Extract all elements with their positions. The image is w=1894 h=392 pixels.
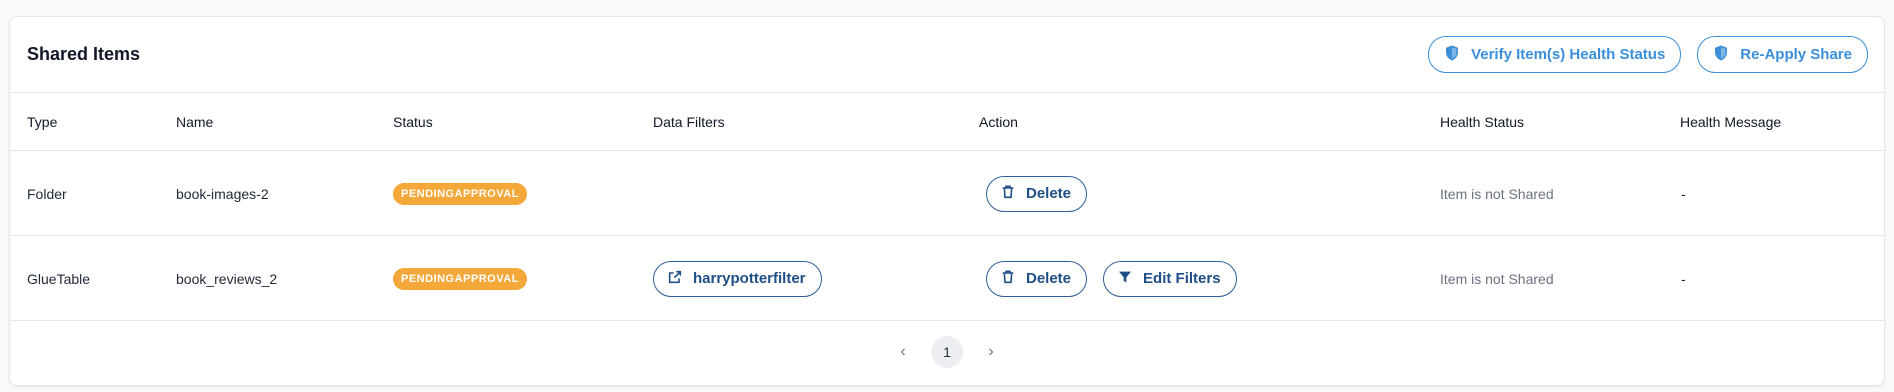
card-header: Shared Items Verify Item(s) Health Statu… xyxy=(10,17,1884,93)
reapply-share-button[interactable]: Re-Apply Share xyxy=(1697,36,1868,73)
verify-health-label: Verify Item(s) Health Status xyxy=(1471,46,1666,63)
shield-icon xyxy=(1712,44,1730,66)
edit-filters-button[interactable]: Edit Filters xyxy=(1103,260,1237,297)
trash-icon xyxy=(1000,184,1016,204)
next-page-button[interactable]: › xyxy=(981,343,1001,361)
cell-type: GlueTable xyxy=(27,270,91,287)
column-health-message[interactable]: Health Message xyxy=(1680,93,1781,151)
column-name[interactable]: Name xyxy=(176,93,213,151)
cell-type: Folder xyxy=(27,185,67,202)
shared-items-card: Shared Items Verify Item(s) Health Statu… xyxy=(9,16,1885,386)
column-data-filters[interactable]: Data Filters xyxy=(653,93,725,151)
data-filter-label: harrypotterfilter xyxy=(693,270,806,287)
shield-icon xyxy=(1443,44,1461,66)
column-status[interactable]: Status xyxy=(393,93,433,151)
reapply-share-label: Re-Apply Share xyxy=(1740,46,1852,63)
status-badge: PENDINGAPPROVAL xyxy=(393,182,527,205)
cell-health-status: Item is not Shared xyxy=(1440,270,1554,287)
table-row: Folder book-images-2 PENDINGAPPROVAL Del… xyxy=(10,151,1884,236)
cell-health-message: - xyxy=(1681,270,1686,287)
trash-icon xyxy=(1000,269,1016,289)
filter-icon xyxy=(1117,269,1133,289)
table-header: Type Name Status Data Filters Action Hea… xyxy=(10,93,1884,151)
delete-label: Delete xyxy=(1026,185,1072,202)
cell-health-status: Item is not Shared xyxy=(1440,185,1554,202)
table-row: GlueTable book_reviews_2 PENDINGAPPROVAL… xyxy=(10,236,1884,321)
verify-health-button[interactable]: Verify Item(s) Health Status xyxy=(1428,36,1682,73)
delete-label: Delete xyxy=(1026,270,1072,287)
header-actions: Verify Item(s) Health Status Re-Apply Sh… xyxy=(1428,36,1868,73)
status-badge: PENDINGAPPROVAL xyxy=(393,267,527,290)
cell-name: book_reviews_2 xyxy=(176,270,278,287)
delete-button[interactable]: Delete xyxy=(986,175,1088,212)
cell-action: Delete xyxy=(986,151,1088,236)
column-action[interactable]: Action xyxy=(979,93,1018,151)
data-filter-link-button[interactable]: harrypotterfilter xyxy=(653,260,822,297)
cell-data-filters: harrypotterfilter xyxy=(653,236,822,321)
prev-page-button[interactable]: ‹ xyxy=(893,343,913,361)
external-link-icon xyxy=(667,269,683,289)
cell-name: book-images-2 xyxy=(176,185,269,202)
cell-status: PENDINGAPPROVAL xyxy=(393,151,527,236)
cell-status: PENDINGAPPROVAL xyxy=(393,236,527,321)
page-number-button[interactable]: 1 xyxy=(931,336,963,368)
cell-health-message: - xyxy=(1681,185,1686,202)
column-health-status[interactable]: Health Status xyxy=(1440,93,1524,151)
card-title: Shared Items xyxy=(27,44,141,64)
pagination: ‹ 1 › xyxy=(10,319,1884,385)
column-type[interactable]: Type xyxy=(27,93,57,151)
edit-filters-label: Edit Filters xyxy=(1143,270,1221,287)
cell-action: Delete Edit Filters xyxy=(986,236,1237,321)
delete-button[interactable]: Delete xyxy=(986,260,1088,297)
